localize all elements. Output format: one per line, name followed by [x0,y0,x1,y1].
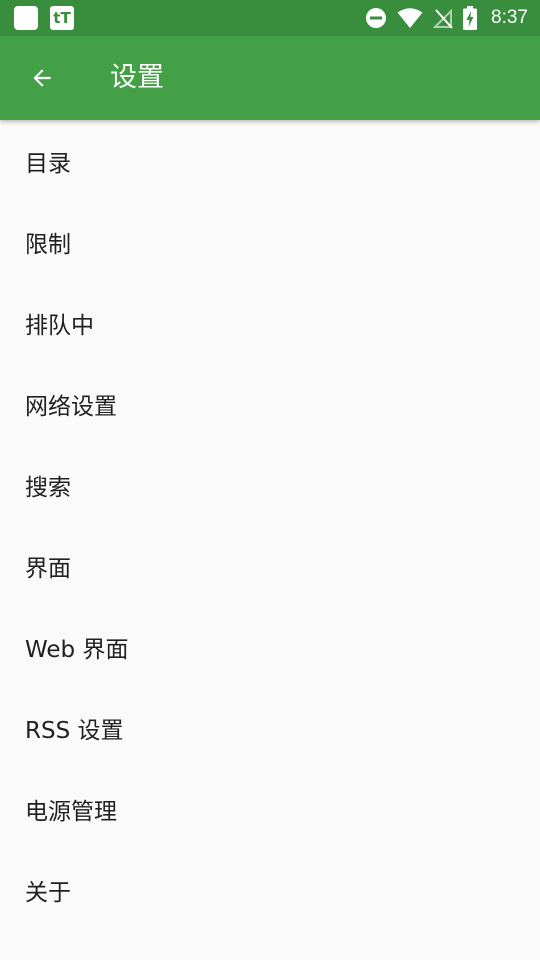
battery-charging-icon [463,6,478,30]
settings-item-label: 搜索 [25,474,71,501]
settings-item-web-ui[interactable]: Web 界面 [0,606,540,687]
no-signal-icon [433,8,453,29]
settings-item-search[interactable]: 搜索 [0,444,540,525]
settings-item-label: 电源管理 [25,798,117,825]
settings-item-label: 界面 [25,555,71,582]
status-bar: tT 8:37 [0,0,540,36]
settings-item-label: 排队中 [25,312,94,339]
settings-item-label: 关于 [25,879,71,906]
tt-app-icon: tT [50,6,74,30]
status-bar-notifications: tT [14,6,74,30]
settings-item-queueing[interactable]: 排队中 [0,282,540,363]
settings-item-about[interactable]: 关于 [0,849,540,930]
settings-item-power[interactable]: 电源管理 [0,768,540,849]
page-title: 设置 [110,62,164,93]
settings-item-directories[interactable]: 目录 [0,120,540,201]
status-time: 8:37 [491,7,528,28]
settings-item-interface[interactable]: 界面 [0,525,540,606]
do-not-disturb-icon [366,8,387,28]
settings-item-label: 限制 [25,231,71,258]
settings-item-label: 网络设置 [25,393,117,420]
arrow-left-icon [33,69,51,87]
settings-list: 目录 限制 排队中 网络设置 搜索 界面 Web 界面 RSS 设置 电源管理 … [0,120,540,930]
wifi-icon [397,8,423,28]
settings-item-rss[interactable]: RSS 设置 [0,687,540,768]
notification-square-icon [14,6,38,30]
settings-item-label: 目录 [25,150,71,177]
settings-item-limits[interactable]: 限制 [0,201,540,282]
back-button[interactable] [18,54,66,102]
settings-item-network[interactable]: 网络设置 [0,363,540,444]
app-bar: 设置 [0,36,540,120]
settings-item-label: RSS 设置 [25,717,124,744]
status-bar-system-icons: 8:37 [365,5,528,31]
settings-item-label: Web 界面 [25,636,129,663]
